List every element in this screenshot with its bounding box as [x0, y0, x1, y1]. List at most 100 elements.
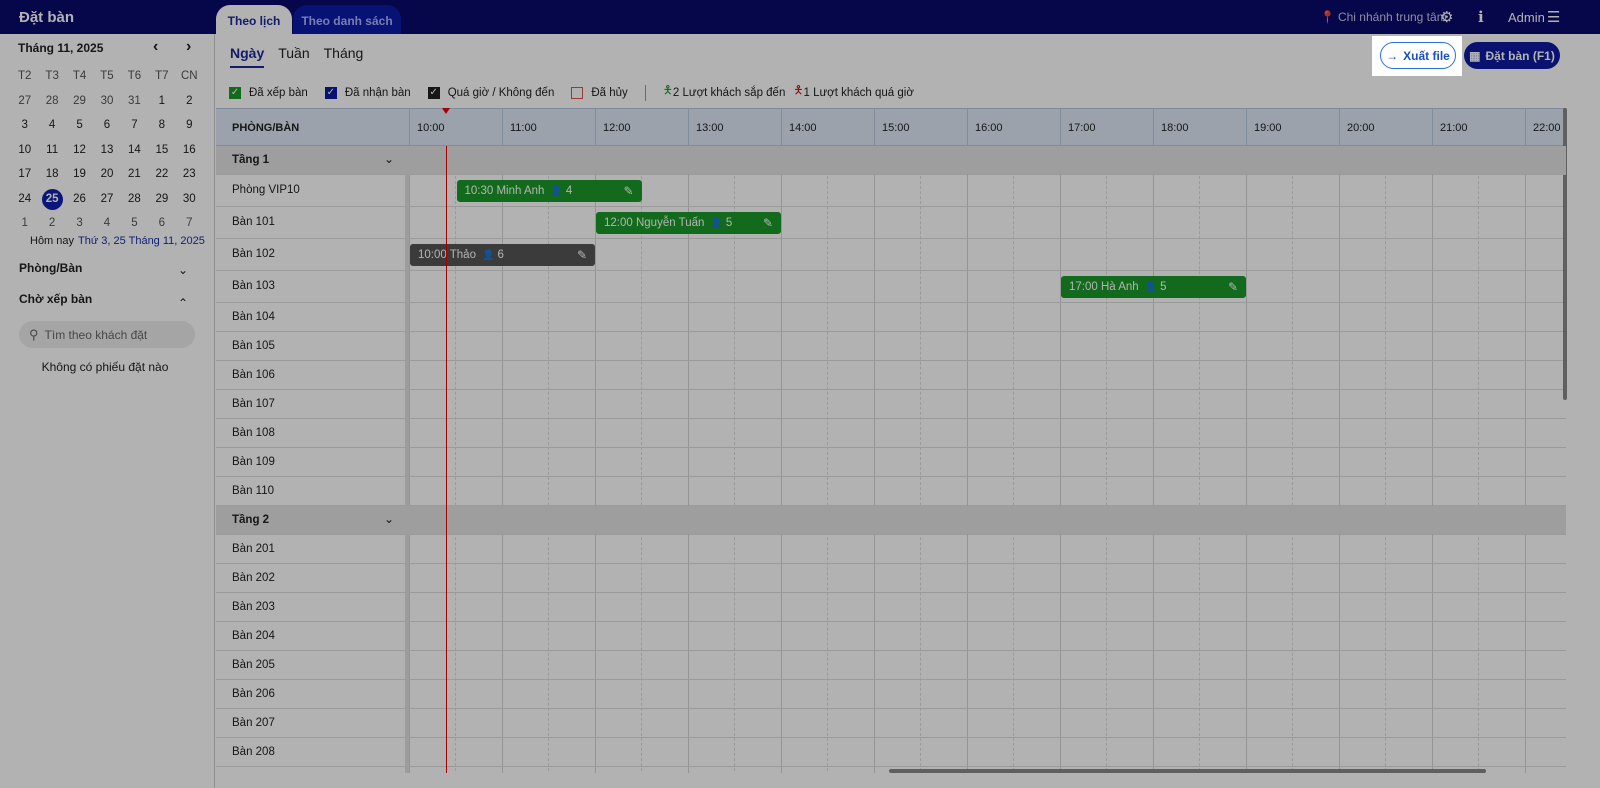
calendar-day[interactable]: 4: [38, 113, 65, 138]
table-row[interactable]: Bàn 110: [216, 477, 1566, 506]
floor-row[interactable]: Tầng 1 ⌄: [216, 146, 1566, 175]
calendar-day[interactable]: 28: [38, 89, 65, 114]
calendar-day[interactable]: 31: [121, 89, 148, 114]
calendar-day[interactable]: 7: [176, 211, 203, 236]
edit-icon[interactable]: ✎: [623, 184, 633, 198]
next-month-icon[interactable]: ›: [186, 38, 191, 56]
calendar-day[interactable]: 17: [11, 162, 38, 187]
chevron-up-icon[interactable]: ⌃: [178, 296, 188, 310]
rooms-section[interactable]: Phòng/Bàn: [19, 261, 82, 275]
filter-seated[interactable]: ✓ Đã xếp bàn: [229, 86, 308, 99]
calendar-day[interactable]: 2: [38, 211, 65, 236]
table-row[interactable]: Bàn 207: [216, 709, 1566, 738]
calendar-day[interactable]: 15: [148, 138, 175, 163]
tab-calendar[interactable]: Theo lịch: [216, 5, 292, 34]
booking-block[interactable]: 10:30 Minh Anh 👤 4 ✎: [456, 180, 642, 202]
table-row[interactable]: Bàn 104: [216, 303, 1566, 332]
view-day[interactable]: Ngày: [230, 45, 265, 68]
calendar-day[interactable]: 2: [176, 89, 203, 114]
calendar-day[interactable]: 18: [38, 162, 65, 187]
checkbox-checked-icon[interactable]: ✓: [229, 86, 241, 99]
view-month[interactable]: Tháng: [324, 45, 364, 68]
calendar-day[interactable]: 27: [11, 89, 38, 114]
calendar-day[interactable]: 10: [11, 138, 38, 163]
info-icon[interactable]: i: [1478, 0, 1484, 34]
booking-block[interactable]: 12:00 Nguyễn Tuấn 👤 5 ✎: [596, 212, 781, 234]
calendar-day[interactable]: 1: [148, 89, 175, 114]
calendar-day[interactable]: 20: [93, 162, 120, 187]
calendar-day[interactable]: 6: [148, 211, 175, 236]
calendar-day[interactable]: 7: [121, 113, 148, 138]
calendar-day[interactable]: 12: [66, 138, 93, 163]
checkbox-checked-icon[interactable]: ✓: [427, 86, 440, 99]
calendar-day[interactable]: 19: [66, 162, 93, 187]
today-date[interactable]: Thứ 3, 25 Tháng 11, 2025: [78, 235, 205, 247]
chevron-down-icon[interactable]: ⌄: [384, 512, 394, 526]
waiting-section[interactable]: Chờ xếp bàn: [19, 292, 92, 306]
prev-month-icon[interactable]: ‹: [153, 38, 158, 56]
table-row[interactable]: Bàn 205: [216, 651, 1566, 680]
calendar-day[interactable]: 3: [66, 211, 93, 236]
edit-icon[interactable]: ✎: [1228, 280, 1238, 294]
calendar-day[interactable]: 23: [176, 162, 203, 187]
filter-overdue[interactable]: ✓ Quá giờ / Không đến: [427, 86, 554, 99]
table-row[interactable]: Bàn 105: [216, 332, 1566, 361]
calendar-day[interactable]: 27: [93, 187, 120, 212]
edit-icon[interactable]: ✎: [763, 216, 773, 230]
book-table-button[interactable]: ▦ Đặt bàn (F1): [1464, 42, 1560, 69]
table-row[interactable]: Bàn 101: [216, 207, 1566, 239]
table-row[interactable]: Bàn 103: [216, 271, 1566, 303]
user-menu[interactable]: Admin ☰: [1508, 0, 1560, 34]
booking-block[interactable]: 17:00 Hà Anh 👤 5 ✎: [1061, 276, 1246, 298]
calendar-day[interactable]: 21: [121, 162, 148, 187]
table-row[interactable]: Bàn 109: [216, 448, 1566, 477]
edit-icon[interactable]: ✎: [577, 248, 587, 262]
table-row[interactable]: Bàn 106: [216, 361, 1566, 390]
calendar-day[interactable]: 14: [121, 138, 148, 163]
calendar-day[interactable]: 9: [176, 113, 203, 138]
calendar-day[interactable]: 24: [11, 187, 38, 212]
calendar-day[interactable]: 16: [176, 138, 203, 163]
table-row[interactable]: Phòng VIP10: [216, 175, 1566, 207]
view-week[interactable]: Tuần: [278, 45, 309, 68]
calendar-day[interactable]: 25: [38, 187, 65, 212]
filter-received[interactable]: ✓ Đã nhận bàn: [324, 86, 411, 99]
calendar-day[interactable]: 13: [93, 138, 120, 163]
table-row[interactable]: Bàn 107: [216, 390, 1566, 419]
table-row[interactable]: Bàn 204: [216, 622, 1566, 651]
calendar-day[interactable]: 29: [148, 187, 175, 212]
calendar-day[interactable]: 5: [66, 113, 93, 138]
filter-cancelled[interactable]: Đã hủy: [571, 86, 628, 99]
calendar-day[interactable]: 6: [93, 113, 120, 138]
calendar-day[interactable]: 5: [121, 211, 148, 236]
horizontal-scrollbar[interactable]: [889, 769, 1486, 773]
calendar-day[interactable]: 22: [148, 162, 175, 187]
calendar-day[interactable]: 8: [148, 113, 175, 138]
branch-selector[interactable]: 📍 Chi nhánh trung tâm: [1320, 0, 1447, 34]
checkbox-checked-icon[interactable]: ✓: [324, 86, 337, 99]
table-row[interactable]: Bàn 203: [216, 593, 1566, 622]
booking-block[interactable]: 10:00 Thảo 👤 6 ✎: [410, 244, 595, 266]
checkbox-empty-icon[interactable]: [571, 86, 584, 99]
table-row[interactable]: Bàn 206: [216, 680, 1566, 709]
floor-row[interactable]: Tầng 2 ⌄: [216, 506, 1566, 535]
table-row[interactable]: Bàn 208: [216, 738, 1566, 767]
gear-icon[interactable]: ⚙: [1440, 0, 1453, 34]
export-file-button[interactable]: → Xuất file: [1380, 42, 1456, 69]
table-row[interactable]: Bàn 108: [216, 419, 1566, 448]
calendar-day[interactable]: 29: [66, 89, 93, 114]
table-row[interactable]: Bàn 201: [216, 535, 1566, 564]
calendar-day[interactable]: 30: [93, 89, 120, 114]
search-input[interactable]: ⚲ Tìm theo khách đặt: [19, 321, 195, 348]
calendar-day[interactable]: 3: [11, 113, 38, 138]
calendar-day[interactable]: 11: [38, 138, 65, 163]
chevron-down-icon[interactable]: ⌄: [384, 152, 394, 166]
calendar-day[interactable]: 28: [121, 187, 148, 212]
table-row[interactable]: Bàn 202: [216, 564, 1566, 593]
calendar-day[interactable]: 4: [93, 211, 120, 236]
calendar-day[interactable]: 26: [66, 187, 93, 212]
calendar-day[interactable]: 1: [11, 211, 38, 236]
tab-list[interactable]: Theo danh sách: [293, 5, 401, 34]
chevron-down-icon[interactable]: ⌄: [178, 263, 188, 277]
calendar-day[interactable]: 30: [176, 187, 203, 212]
